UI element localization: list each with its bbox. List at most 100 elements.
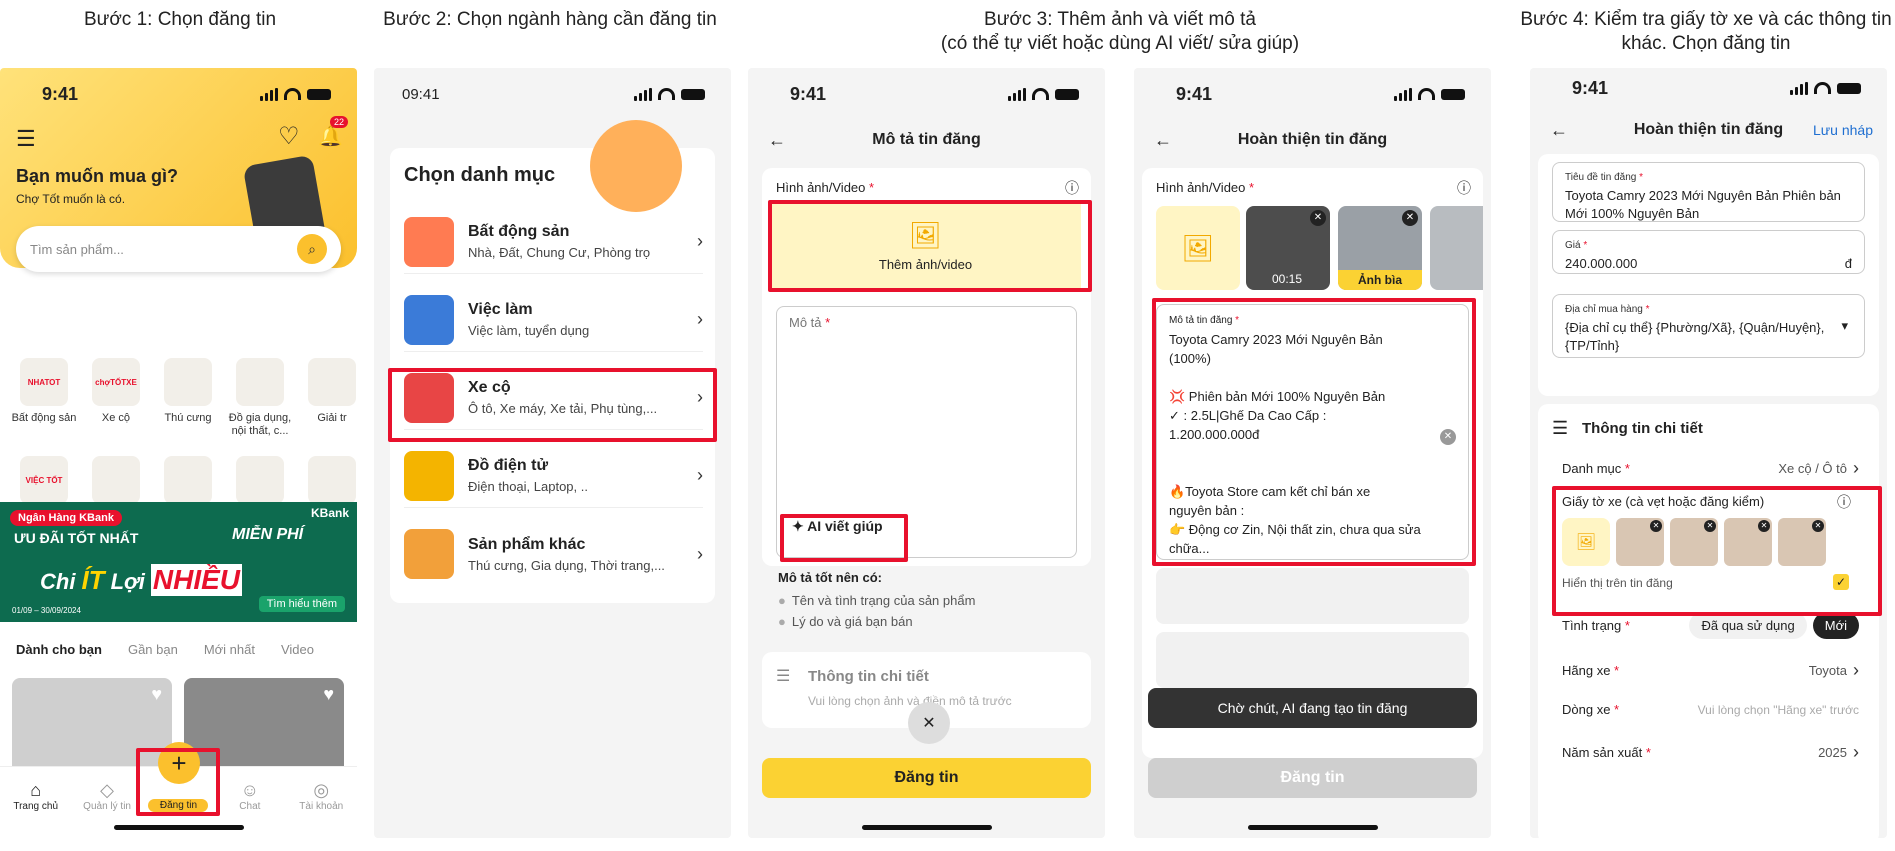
step1-caption: Bước 1: Chọn đăng tin — [83, 9, 277, 30]
model-label: Dòng xe * — [1562, 702, 1620, 717]
category-item[interactable]: Thú cưng — [154, 358, 222, 425]
year-label: Năm sản xuất * — [1562, 745, 1651, 760]
category-item[interactable]: NHATOT Bất động sản — [10, 358, 78, 425]
nav-item[interactable]: ☺ Chat — [220, 780, 280, 812]
category-option-text: Đồ điện tử Điện thoại, Laptop, .. — [468, 457, 697, 494]
info-icon[interactable]: ⓘ — [1457, 178, 1471, 198]
condition-new-chip[interactable]: Mới — [1812, 612, 1859, 639]
nav-item[interactable]: ◇ Quản lý tin — [77, 780, 137, 812]
feed-tab[interactable]: Gần bạn — [128, 642, 178, 657]
category-icon — [308, 456, 356, 504]
highlight-description — [1152, 298, 1476, 566]
model-row[interactable]: Dòng xe * Vui lòng chọn "Hãng xe" trước — [1562, 702, 1859, 717]
brand-value: Toyota — [1808, 663, 1847, 678]
media-label: Hình ảnh/Video * — [1156, 180, 1255, 195]
banner-cta[interactable]: Tìm hiểu thêm — [258, 596, 345, 612]
category-label: Xe cộ — [101, 412, 131, 424]
tip-text: Lý do và giá bạn bán — [791, 614, 913, 629]
dropdown-icon[interactable]: ▾ — [1841, 317, 1848, 335]
banner-brand: KBank — [310, 506, 349, 520]
title-field[interactable]: Tiêu đề tin đăng * Toyota Camry 2023 Mới … — [1552, 162, 1865, 222]
media-label: Hình ảnh/Video * — [776, 180, 875, 195]
step3-caption: Bước 3: Thêm ảnh và viết mô tả (có thể t… — [940, 9, 1300, 54]
status-time: 9:41 — [1572, 77, 1609, 98]
highlight-papers — [1552, 486, 1882, 616]
favorite-icon[interactable]: ♥ — [151, 684, 162, 705]
feed-tab[interactable]: Dành cho bạn — [16, 642, 102, 657]
chevron-right-icon: › — [697, 309, 703, 329]
nav-icon: ◎ — [313, 780, 330, 800]
category-option-image — [404, 450, 454, 501]
tip-text: Tên và tình trạng của sản phẩm — [791, 593, 976, 608]
list-icon: ☰ — [776, 668, 791, 685]
save-draft-link[interactable]: Lưu nháp — [1813, 122, 1873, 138]
home-indicator — [1247, 825, 1378, 830]
menu-icon[interactable]: ☰ — [16, 126, 36, 152]
remove-icon[interactable]: ✕ — [1310, 210, 1326, 226]
category-option[interactable]: Đồ điện tử Điện thoại, Laptop, .. › — [404, 444, 703, 508]
category-option[interactable]: Sản phẩm khác Thú cưng, Gia dụng, Thời tr… — [404, 522, 703, 586]
category-label: Bất động sản — [11, 412, 77, 424]
header: ← Mô tả tin đăng — [748, 118, 1105, 162]
category-option-text: Sản phẩm khác Thú cưng, Gia dụng, Thời tr… — [468, 536, 697, 573]
ai-toast: Chờ chút, AI đang tạo tin đăng — [1148, 688, 1477, 728]
banner-badge: Ngân Hàng KBank — [10, 510, 122, 526]
tip-item: ● Lý do và giá bạn bán — [778, 611, 975, 632]
year-label-text: Năm sản xuất — [1562, 745, 1643, 760]
category-item[interactable]: Đồ gia dụng, nội thất, c... — [226, 358, 294, 438]
category-row[interactable]: Danh mục * Xe cộ / Ô tô › — [1562, 458, 1859, 479]
info-icon[interactable]: ⓘ — [1065, 178, 1079, 198]
address-field-label-text: Địa chỉ mua hàng — [1565, 304, 1643, 315]
heart-icon[interactable]: ♡ — [278, 122, 300, 151]
banner-free: MIỄN PHÍ — [232, 526, 304, 543]
feed-tab[interactable]: Mới nhất — [204, 642, 255, 657]
remove-icon[interactable]: ✕ — [1402, 210, 1418, 226]
hero-subtitle: Chợ Tốt muốn là có. — [16, 192, 126, 206]
chevron-right-icon: › — [697, 543, 703, 564]
address-field[interactable]: Địa chỉ mua hàng * {Địa chỉ cụ thể} {Phườ… — [1552, 294, 1865, 358]
category-label: Giải tr — [317, 412, 347, 424]
chevron-right-icon: › — [697, 231, 703, 251]
back-arrow-icon[interactable]: ← — [1550, 120, 1568, 141]
category-item[interactable]: chợTỐTXE Xe cộ — [82, 358, 150, 425]
nav-item[interactable]: ⌂ Trang chủ — [6, 780, 66, 812]
nav-item[interactable]: ◎ Tài khoản — [291, 780, 351, 812]
highlight-add-media — [768, 200, 1092, 292]
category-item[interactable]: Giải tr — [298, 358, 357, 425]
media-thumb-video[interactable]: ✕ 00:15 — [1246, 206, 1330, 290]
media-thumb-cover[interactable]: ✕ Ảnh bìa — [1338, 206, 1422, 290]
back-arrow-icon[interactable]: ← — [768, 130, 786, 151]
address-field-label: Địa chỉ mua hàng * — [1565, 304, 1650, 315]
back-arrow-icon[interactable]: ← — [1154, 130, 1172, 151]
category-option[interactable]: Việc làm Việc làm, tuyển dụng › — [404, 288, 703, 352]
category-option-subtitle: Điện thoại, Laptop, .. — [468, 479, 588, 494]
submit-button[interactable]: Đăng tin — [762, 758, 1091, 798]
nav-label: Tài khoản — [299, 801, 344, 812]
category-option-text: Bất động sản Nhà, Đất, Chung Cư, Phòng tr… — [468, 223, 697, 260]
add-photo-icon[interactable]: 🖼 — [1156, 206, 1240, 290]
media-thumb-3[interactable] — [1430, 206, 1483, 290]
feed-tab[interactable]: Video — [281, 642, 314, 657]
category-title: Chọn danh mục — [404, 164, 556, 186]
kbank-banner[interactable]: Ngân Hàng KBank KBank ƯU ĐÃI TỐT NHẤT MI… — [0, 502, 357, 622]
category-option-image — [404, 294, 454, 345]
tips-list: ● Tên và tình trạng của sản phẩm ● Lý do và… — [778, 590, 975, 632]
submit-button-disabled[interactable]: Đăng tin — [1148, 758, 1477, 798]
basic-info-card: Tiêu đề tin đăng * Toyota Camry 2023 Mới … — [1538, 154, 1879, 396]
search-input[interactable]: Tìm sản phẩm... ⌕ — [16, 226, 341, 272]
chevron-right-icon: › — [1853, 458, 1859, 478]
year-row[interactable]: Năm sản xuất * 2025 › — [1562, 742, 1859, 763]
favorite-icon[interactable]: ♥ — [323, 684, 334, 705]
category-icon — [164, 456, 212, 504]
search-icon[interactable]: ⌕ — [297, 234, 327, 264]
brand-row[interactable]: Hãng xe * Toyota › — [1562, 660, 1859, 681]
nav-icon: ⌂ — [30, 780, 42, 800]
status-time: 9:41 — [1176, 83, 1213, 104]
detail-card: ☰ Thông tin chi tiết Danh mục * Xe cộ / Ô… — [1538, 404, 1879, 838]
close-icon[interactable]: ✕ — [908, 702, 950, 744]
category-option[interactable]: Bất động sản Nhà, Đất, Chung Cư, Phòng tr… — [404, 210, 703, 274]
highlight-post-button — [136, 748, 220, 816]
price-field[interactable]: Giá * 240.000.000 đ — [1552, 230, 1865, 274]
condition-used-chip[interactable]: Đã qua sử dụng — [1689, 612, 1807, 639]
category-option-title: Việc làm — [468, 301, 533, 318]
